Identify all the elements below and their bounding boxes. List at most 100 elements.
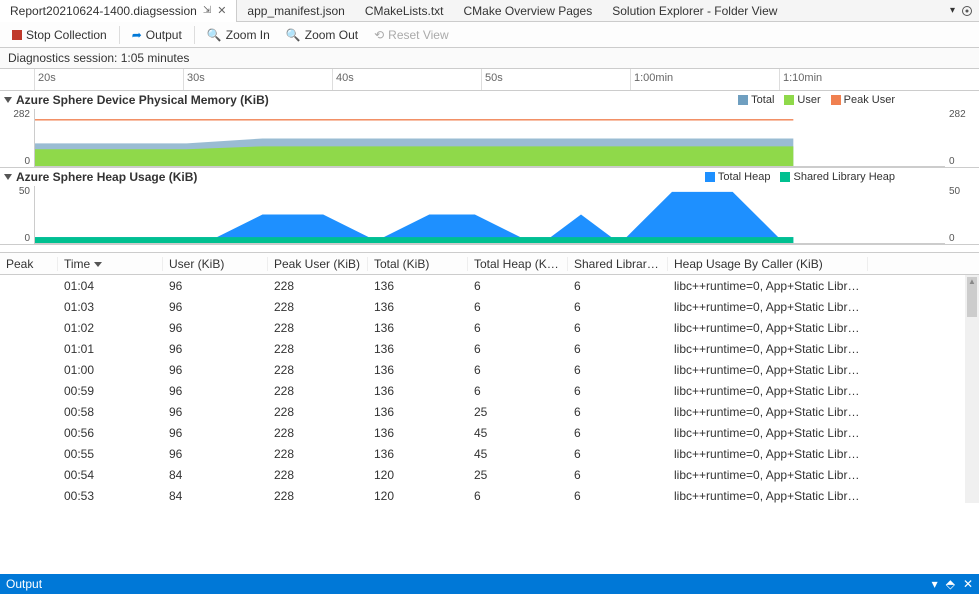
reset-icon: ⟲ bbox=[374, 28, 384, 42]
collapse-icon[interactable] bbox=[4, 97, 12, 103]
scrollbar[interactable]: ▲ bbox=[965, 275, 979, 503]
table-cell: libc++runtime=0, App+Static Librar... bbox=[668, 405, 868, 419]
close-icon[interactable]: ✕ bbox=[217, 4, 226, 17]
chart-plot[interactable] bbox=[34, 109, 945, 167]
zoom-out-icon: 🔍 bbox=[286, 28, 301, 42]
button-label: Output bbox=[146, 28, 182, 42]
button-label: Stop Collection bbox=[26, 28, 107, 42]
stop-collection-button[interactable]: Stop Collection bbox=[6, 26, 113, 44]
spacer bbox=[0, 245, 979, 253]
table-cell: 228 bbox=[268, 384, 368, 398]
tab-label: Solution Explorer - Folder View bbox=[612, 4, 777, 18]
table-row[interactable]: 00:5596228136456libc++runtime=0, App+Sta… bbox=[0, 443, 979, 464]
timeline-tick: 20s bbox=[34, 69, 56, 90]
table-row[interactable]: 00:5484228120256libc++runtime=0, App+Sta… bbox=[0, 464, 979, 485]
chart-plot[interactable] bbox=[34, 186, 945, 244]
table-row[interactable]: 00:538422812066libc++runtime=0, App+Stat… bbox=[0, 485, 979, 503]
table-row[interactable]: 01:009622813666libc++runtime=0, App+Stat… bbox=[0, 359, 979, 380]
panel-title: Output bbox=[6, 577, 42, 591]
table-cell: 136 bbox=[368, 279, 468, 293]
column-header[interactable]: User (KiB) bbox=[163, 257, 268, 271]
reset-view-button[interactable]: ⟲ Reset View bbox=[368, 26, 455, 44]
table-cell: 01:00 bbox=[58, 363, 163, 377]
button-label: Zoom In bbox=[226, 28, 270, 42]
table-cell: 96 bbox=[163, 447, 268, 461]
output-button[interactable]: ➦ Output bbox=[126, 26, 188, 44]
chart-header[interactable]: Azure Sphere Heap Usage (KiB) Total Heap… bbox=[0, 168, 979, 186]
table-row[interactable]: 01:049622813666libc++runtime=0, App+Stat… bbox=[0, 275, 979, 296]
pin-icon[interactable]: ⬘ bbox=[946, 577, 955, 591]
tab-item[interactable]: app_manifest.json bbox=[237, 0, 354, 22]
tab-item[interactable]: CMake Overview Pages bbox=[454, 0, 603, 22]
table-cell: 6 bbox=[568, 363, 668, 377]
table-cell: 228 bbox=[268, 279, 368, 293]
column-header[interactable]: Peak bbox=[0, 257, 58, 271]
table-cell: libc++runtime=0, App+Static Librar... bbox=[668, 384, 868, 398]
session-header-text: Diagnostics session: 1:05 minutes bbox=[8, 51, 189, 65]
column-header[interactable]: Total Heap (KiB) bbox=[468, 257, 568, 271]
window-dropdown-icon[interactable]: ▾ bbox=[950, 5, 955, 17]
sort-desc-icon bbox=[94, 262, 102, 267]
table-row[interactable]: 00:5696228136456libc++runtime=0, App+Sta… bbox=[0, 422, 979, 443]
table-cell: libc++runtime=0, App+Static Librar... bbox=[668, 426, 868, 440]
table-row[interactable]: 01:019622813666libc++runtime=0, App+Stat… bbox=[0, 338, 979, 359]
tab-item[interactable]: CMakeLists.txt bbox=[355, 0, 454, 22]
table-row[interactable]: 00:5896228136256libc++runtime=0, App+Sta… bbox=[0, 401, 979, 422]
column-header[interactable]: Heap Usage By Caller (KiB) bbox=[668, 257, 868, 271]
table-row[interactable]: 00:599622813666libc++runtime=0, App+Stat… bbox=[0, 380, 979, 401]
table-cell: 96 bbox=[163, 405, 268, 419]
table-cell: 136 bbox=[368, 447, 468, 461]
chart-header[interactable]: Azure Sphere Device Physical Memory (KiB… bbox=[0, 91, 979, 109]
table-cell: 6 bbox=[468, 342, 568, 356]
button-label: Reset View bbox=[388, 28, 448, 42]
pin-icon[interactable]: ⇲ bbox=[203, 5, 211, 16]
timeline-ruler[interactable]: 20s 30s 40s 50s 1:00min 1:10min bbox=[0, 69, 979, 91]
table-cell: libc++runtime=0, App+Static Librar... bbox=[668, 300, 868, 314]
close-icon[interactable]: ✕ bbox=[963, 577, 973, 591]
table-cell: 6 bbox=[468, 300, 568, 314]
column-header[interactable]: Time bbox=[58, 257, 163, 271]
table-cell: 00:59 bbox=[58, 384, 163, 398]
table-body[interactable]: 01:049622813666libc++runtime=0, App+Stat… bbox=[0, 275, 979, 503]
output-panel-titlebar[interactable]: Output ▾ ⬘ ✕ bbox=[0, 574, 979, 594]
table-cell: 6 bbox=[568, 321, 668, 335]
chart-legend: Total Heap Shared Library Heap bbox=[705, 171, 975, 183]
dropdown-icon[interactable]: ▾ bbox=[932, 577, 938, 591]
swatch-icon bbox=[738, 95, 748, 105]
table-cell: 136 bbox=[368, 300, 468, 314]
timeline-tick: 50s bbox=[481, 69, 503, 90]
table-cell: 6 bbox=[568, 342, 668, 356]
scroll-up-icon[interactable]: ▲ bbox=[968, 277, 976, 286]
collapse-icon[interactable] bbox=[4, 174, 12, 180]
y-axis-left: 500 bbox=[0, 186, 34, 244]
swatch-icon bbox=[784, 95, 794, 105]
swatch-icon bbox=[705, 172, 715, 182]
table-cell: 6 bbox=[568, 384, 668, 398]
y-axis-left: 2820 bbox=[0, 109, 34, 167]
table-cell: 96 bbox=[163, 363, 268, 377]
table-cell: 6 bbox=[568, 447, 668, 461]
table-cell: 228 bbox=[268, 300, 368, 314]
table-cell: libc++runtime=0, App+Static Librar... bbox=[668, 363, 868, 377]
table-cell: 6 bbox=[468, 363, 568, 377]
tab-active[interactable]: Report20210624-1400.diagsession ⇲ ✕ bbox=[0, 0, 237, 22]
zoom-in-button[interactable]: 🔍 Zoom In bbox=[201, 26, 276, 44]
column-header[interactable]: Peak User (KiB) bbox=[268, 257, 368, 271]
zoom-out-button[interactable]: 🔍 Zoom Out bbox=[280, 26, 364, 44]
chart-memory: Azure Sphere Device Physical Memory (KiB… bbox=[0, 91, 979, 168]
table-row[interactable]: 01:029622813666libc++runtime=0, App+Stat… bbox=[0, 317, 979, 338]
tab-item[interactable]: Solution Explorer - Folder View bbox=[602, 0, 787, 22]
column-header[interactable]: Shared Library... bbox=[568, 257, 668, 271]
table-cell: 25 bbox=[468, 468, 568, 482]
session-header: Diagnostics session: 1:05 minutes bbox=[0, 48, 979, 69]
table-row[interactable]: 01:039622813666libc++runtime=0, App+Stat… bbox=[0, 296, 979, 317]
gear-icon[interactable] bbox=[961, 5, 973, 17]
diagnostics-toolbar: Stop Collection ➦ Output 🔍 Zoom In 🔍 Zoo… bbox=[0, 22, 979, 48]
table-cell: 136 bbox=[368, 405, 468, 419]
table-cell: 120 bbox=[368, 468, 468, 482]
chart-legend: Total User Peak User bbox=[738, 94, 975, 106]
table-cell: 228 bbox=[268, 342, 368, 356]
timeline-tick: 40s bbox=[332, 69, 354, 90]
column-header[interactable]: Total (KiB) bbox=[368, 257, 468, 271]
tab-label: app_manifest.json bbox=[247, 4, 344, 18]
